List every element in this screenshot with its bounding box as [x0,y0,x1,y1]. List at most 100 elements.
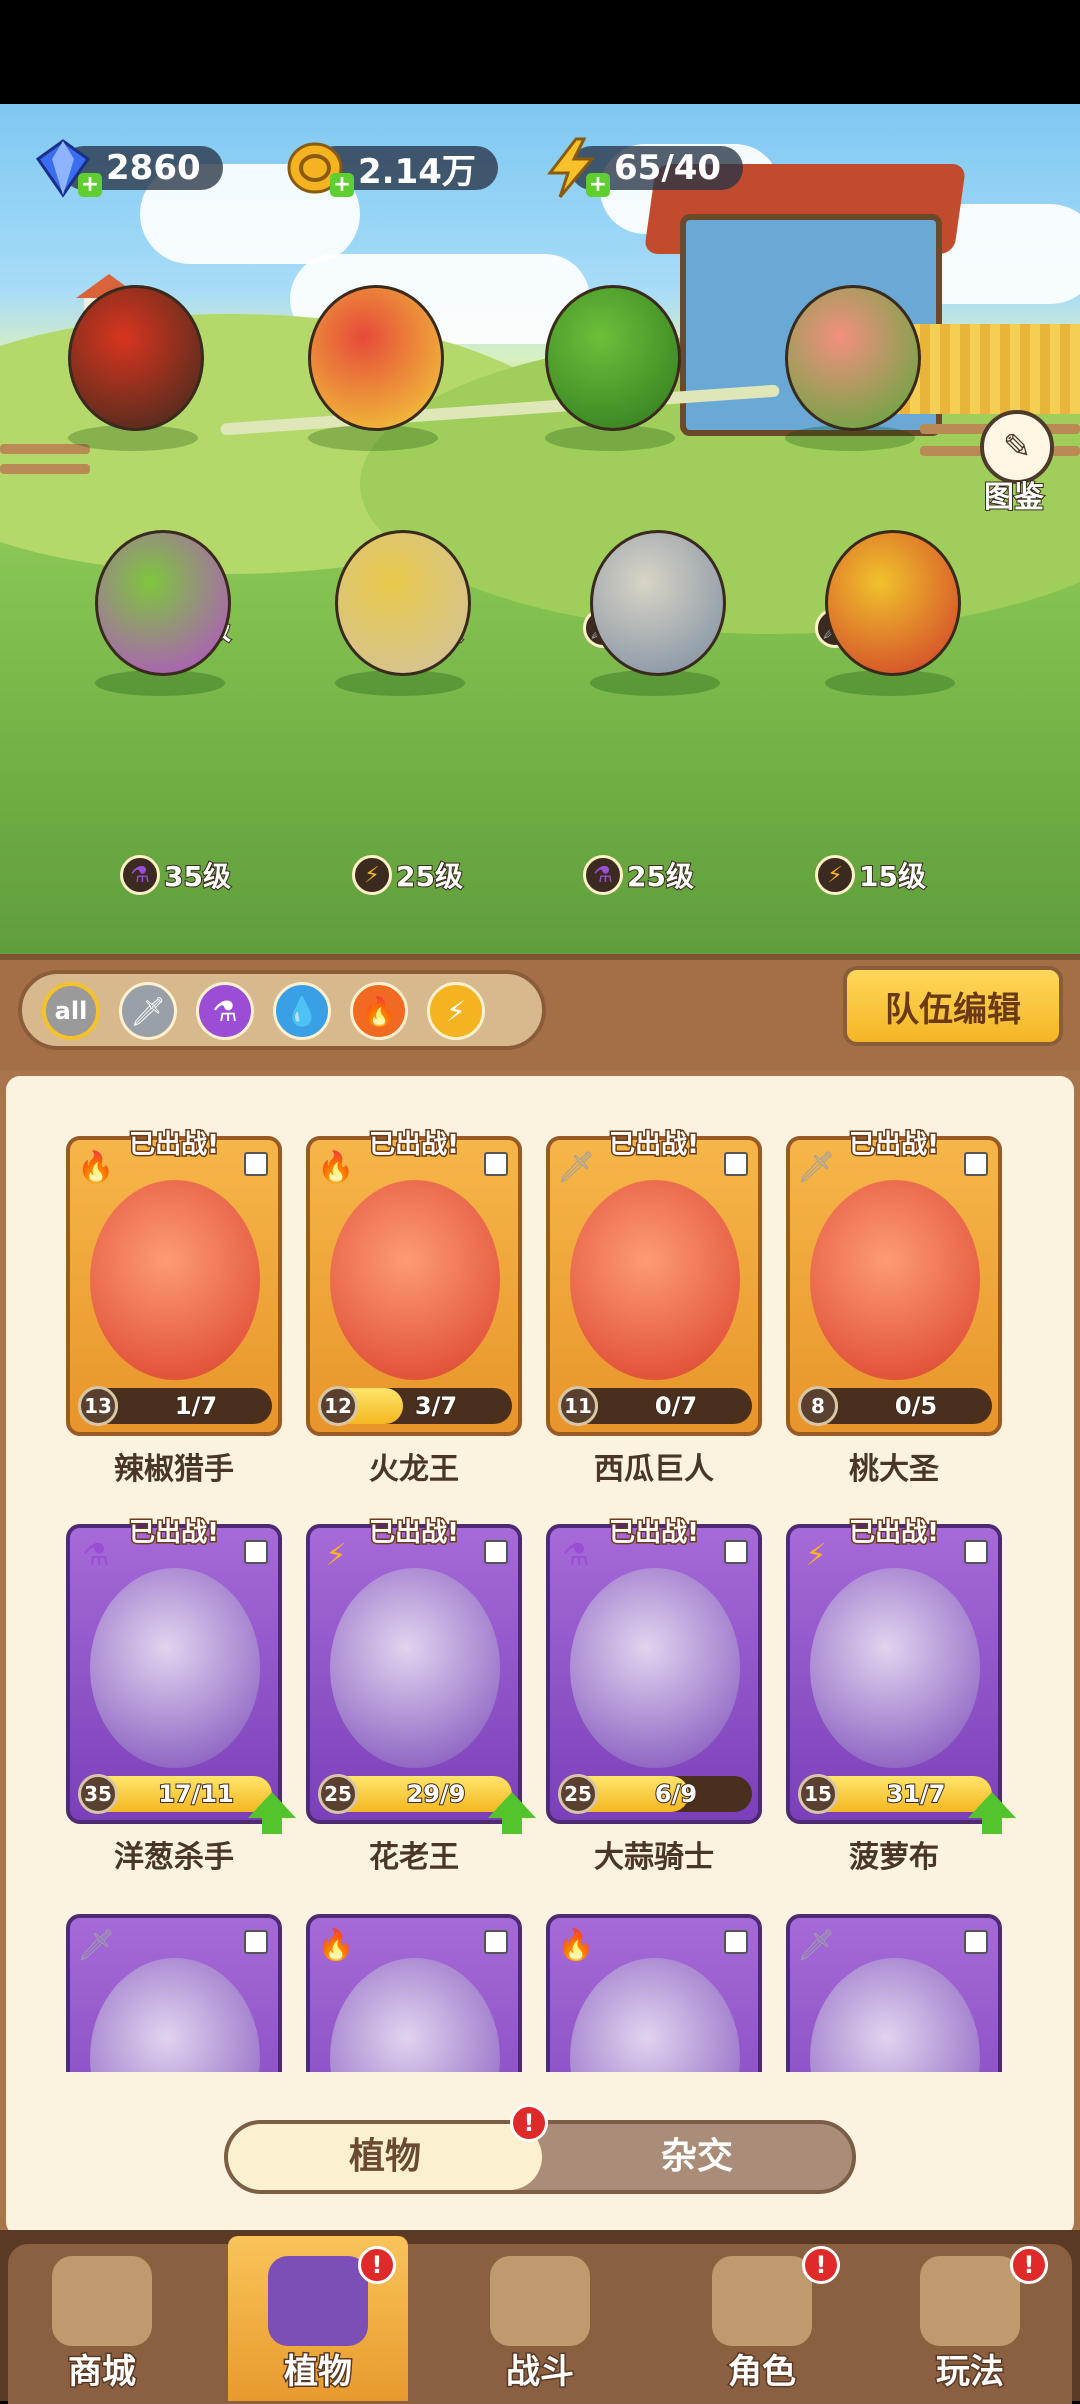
sword-icon: 🗡 [556,1150,596,1185]
nav-tab-2[interactable]: 战斗 [450,2236,630,2401]
nav-icon [712,2256,812,2346]
plant-card[interactable]: ⚡ 已出战! 25 29/9 [306,1517,536,1834]
plant-name: 菠萝布 [849,1840,939,1875]
upgrade-arrow-icon[interactable] [248,1792,296,1834]
deployed-label: 已出战! [368,1129,461,1162]
filter-water[interactable]: 💧 [273,982,331,1040]
team-member[interactable] [28,245,228,465]
plant-card[interactable]: ⚗ 已出战! 35 17/11 [66,1517,296,1834]
class-icon [484,1540,508,1564]
team-member[interactable] [745,245,945,465]
plant-card[interactable]: 🗡 [786,1914,1002,2072]
shard-progress-bar: 12 3/7 [318,1386,512,1426]
class-icon [244,1930,268,1954]
level-text: 15级 [858,859,927,894]
plant-card[interactable]: 🔥 已出战! 13 1/7 [66,1129,282,1436]
card-level: 8 [798,1386,838,1426]
energy-value: 65/40 [614,148,722,188]
plant-name: 西瓜巨人 [594,1452,714,1487]
plant-sprite [825,530,961,676]
class-icon [724,1930,748,1954]
plant-sprite [335,530,471,676]
sword-icon: 🗡 [76,1928,116,1963]
card-level: 25 [558,1774,598,1814]
deployed-label: 已出战! [848,1517,941,1550]
add-energy-icon[interactable]: + [586,173,610,197]
team-member[interactable] [295,490,495,710]
filter-poison[interactable]: ⚗ [196,982,254,1040]
lightning-icon: ⚡ [446,994,466,1028]
fire-icon: 🔥 [317,1150,355,1185]
plant-card[interactable]: 🔥 [306,1914,522,2072]
notification-badge: ! [510,2104,548,2142]
plant-portrait [90,1180,260,1380]
team-member[interactable] [268,245,468,465]
plant-card[interactable]: 🔥 已出战! 12 3/7 [306,1129,522,1436]
nav-icon [490,2256,590,2346]
poison-icon: ⚗ [82,1538,110,1573]
plant-card[interactable]: ⚡ 已出战! 15 31/7 [786,1517,1016,1834]
coins-counter[interactable]: 2.14万 + [284,142,498,197]
shard-progress-bar: 25 29/9 [318,1774,512,1814]
plant-portrait [810,1568,980,1768]
nav-icon [52,2256,152,2346]
filter-sword[interactable]: 🗡 [119,982,177,1040]
lightning-icon: ⚡ [815,855,855,895]
team-member[interactable] [785,490,985,710]
plant-portrait [810,1958,980,2072]
level-text: 25级 [626,859,695,894]
card-level: 25 [318,1774,358,1814]
card-level: 35 [78,1774,118,1814]
deployed-label: 已出战! [608,1517,701,1550]
add-gems-icon[interactable]: + [78,173,102,197]
plant-name: 辣椒猎手 [114,1452,234,1487]
plant-card[interactable]: 🗡 已出战! 8 0/5 [786,1129,1002,1436]
plant-name: 桃大圣 [849,1452,939,1487]
team-member[interactable] [550,490,750,710]
water-icon: 💧 [284,994,320,1028]
class-icon [244,1152,268,1176]
poison-icon: ⚗ [212,994,238,1028]
add-coins-icon[interactable]: + [330,173,354,197]
class-icon [484,1152,508,1176]
plant-card[interactable]: 🗡 已出战! 11 0/7 [546,1129,762,1436]
upgrade-arrow-icon[interactable] [968,1792,1016,1834]
upgrade-arrow-icon[interactable] [488,1792,536,1834]
plant-card[interactable]: 🔥 [546,1914,762,2072]
shard-count: 0/5 [894,1391,938,1421]
team-member[interactable] [505,245,705,465]
plant-card[interactable]: ⚗ 已出战! 25 6/9 [546,1517,762,1824]
tab-plants[interactable]: 植物 [228,2124,542,2190]
sword-icon: 🗡 [130,994,166,1028]
class-icon [484,1930,508,1954]
class-icon [964,1540,988,1564]
energy-counter[interactable]: 65/40 + [540,137,744,198]
poison-icon: ⚗ [562,1538,590,1573]
fire-icon: 🔥 [77,1150,115,1185]
shard-count: 3/7 [414,1391,458,1421]
filter-fire[interactable]: 🔥 [350,982,408,1040]
shard-count: 1/7 [174,1391,218,1421]
deployed-label: 已出战! [608,1129,701,1162]
tab-hybrid[interactable]: 杂交 [542,2124,852,2190]
nav-label: 玩法 [935,2351,1006,2394]
gems-counter[interactable]: 2860 + [32,139,223,198]
notification-badge: ! [1010,2246,1048,2284]
plant-name: 洋葱杀手 [114,1840,234,1875]
team-member[interactable] [55,490,255,710]
card-level: 13 [78,1386,118,1426]
lightning-icon: ⚡ [805,1538,827,1573]
nav-tab-0[interactable]: 商城 [12,2236,192,2401]
filter-all[interactable]: all [42,982,100,1040]
plant-portrait [570,1180,740,1380]
shard-progress-bar: 13 1/7 [78,1386,272,1426]
lightning-icon: ⚡ [325,1538,347,1573]
shard-progress-bar: 8 0/5 [798,1386,992,1426]
team-edit-button[interactable]: 队伍编辑 [843,966,1063,1046]
notification-badge: ! [802,2246,840,2284]
nav-label: 植物 [283,2351,354,2394]
plant-card[interactable]: 🗡 [66,1914,282,2072]
filter-lightning[interactable]: ⚡ [427,982,485,1040]
deployed-label: 已出战! [368,1517,461,1550]
card-level: 11 [558,1386,598,1426]
